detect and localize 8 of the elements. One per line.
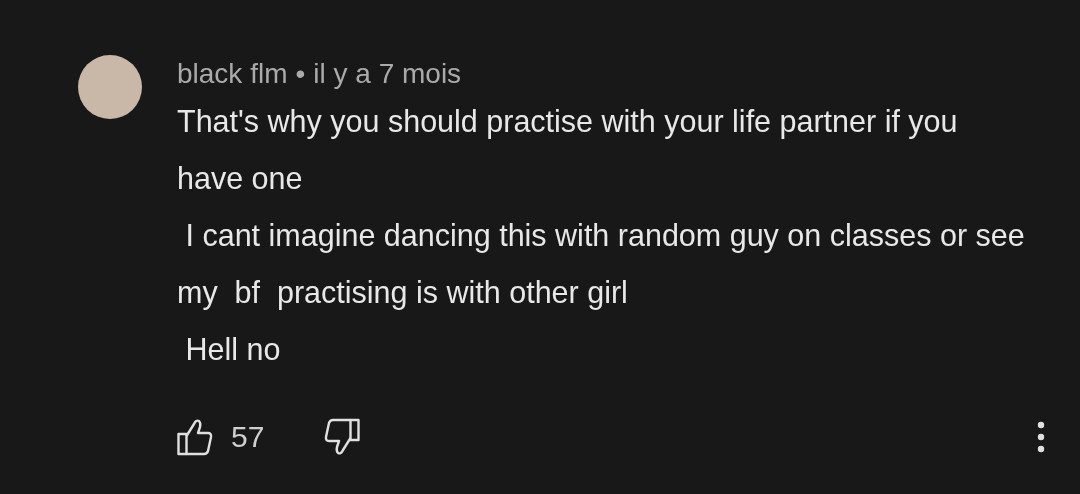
comment-time[interactable]: il y a 7 mois [313,55,462,93]
thumbs-down-icon[interactable] [324,418,361,456]
author-name[interactable]: black flm [177,55,288,93]
thumbs-up-icon[interactable] [177,418,213,456]
more-options-icon[interactable] [1037,421,1045,453]
comment-text: That's why you should practise with your life partner if you have one I cant imagine dancing this with random guy on classes or see my bf practising is with other girl Hell no [177,103,1026,368]
like-count: 57 [231,420,265,454]
separator-dot: • [295,57,306,91]
